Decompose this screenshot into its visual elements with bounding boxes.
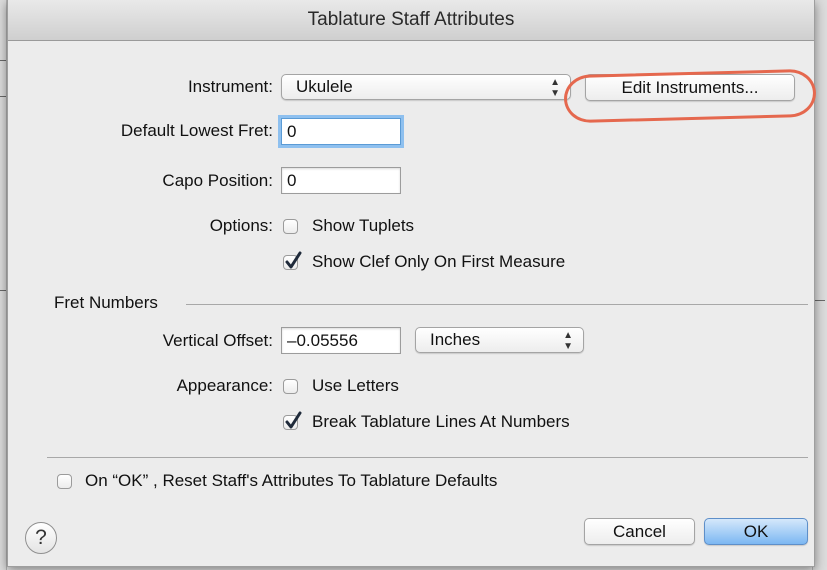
units-selected: Inches	[430, 330, 481, 349]
reset-defaults-checkbox[interactable]	[57, 474, 72, 489]
background-tick	[0, 60, 6, 61]
fret-numbers-section-title: Fret Numbers	[54, 293, 158, 312]
units-popup[interactable]: Inches ▲ ▼	[415, 327, 584, 353]
instrument-popup[interactable]: Ukulele ▲ ▼	[281, 74, 571, 100]
default-lowest-fret-field[interactable]: 0	[281, 118, 401, 145]
vertical-offset-label: Vertical Offset:	[162, 331, 273, 350]
instrument-label: Instrument:	[187, 77, 273, 96]
dialog-title: Tablature Staff Attributes	[8, 0, 814, 41]
show-clef-label: Show Clef Only On First Measure	[312, 252, 566, 271]
break-lines-label: Break Tablature Lines At Numbers	[312, 412, 570, 431]
checkmark-icon	[285, 411, 302, 429]
reset-defaults-label: On “OK” , Reset Staff's Attributes To Ta…	[85, 471, 498, 490]
vertical-offset-field[interactable]: –0.05556	[281, 327, 401, 354]
cancel-button[interactable]: Cancel	[584, 518, 695, 545]
background-tick	[0, 290, 6, 291]
capo-position-label: Capo Position:	[162, 171, 273, 190]
default-lowest-fret-label: Default Lowest Fret:	[120, 121, 273, 140]
footer-divider	[47, 457, 808, 458]
use-letters-checkbox[interactable]	[283, 379, 298, 394]
help-button[interactable]: ?	[25, 522, 57, 554]
section-divider	[186, 304, 808, 305]
capo-position-field[interactable]: 0	[281, 167, 401, 194]
show-tuplets-label: Show Tuplets	[312, 216, 415, 235]
checkmark-icon	[285, 251, 302, 269]
popup-arrows-icon: ▲ ▼	[563, 330, 573, 352]
annotation-circle	[563, 68, 817, 124]
background-tick	[815, 300, 825, 301]
use-letters-label: Use Letters	[312, 376, 399, 395]
options-label: Options:	[209, 216, 273, 235]
ok-button[interactable]: OK	[704, 518, 808, 545]
background-tick	[0, 96, 6, 97]
appearance-label: Appearance:	[176, 376, 273, 395]
show-tuplets-checkbox[interactable]	[283, 219, 298, 234]
tablature-staff-attributes-dialog: Tablature Staff Attributes Instrument: U…	[7, 0, 817, 567]
popup-arrows-icon: ▲ ▼	[550, 77, 560, 99]
break-lines-checkbox[interactable]	[283, 411, 302, 430]
background-window-left	[0, 0, 7, 570]
show-clef-checkbox[interactable]	[283, 251, 302, 270]
instrument-selected: Ukulele	[296, 77, 353, 96]
